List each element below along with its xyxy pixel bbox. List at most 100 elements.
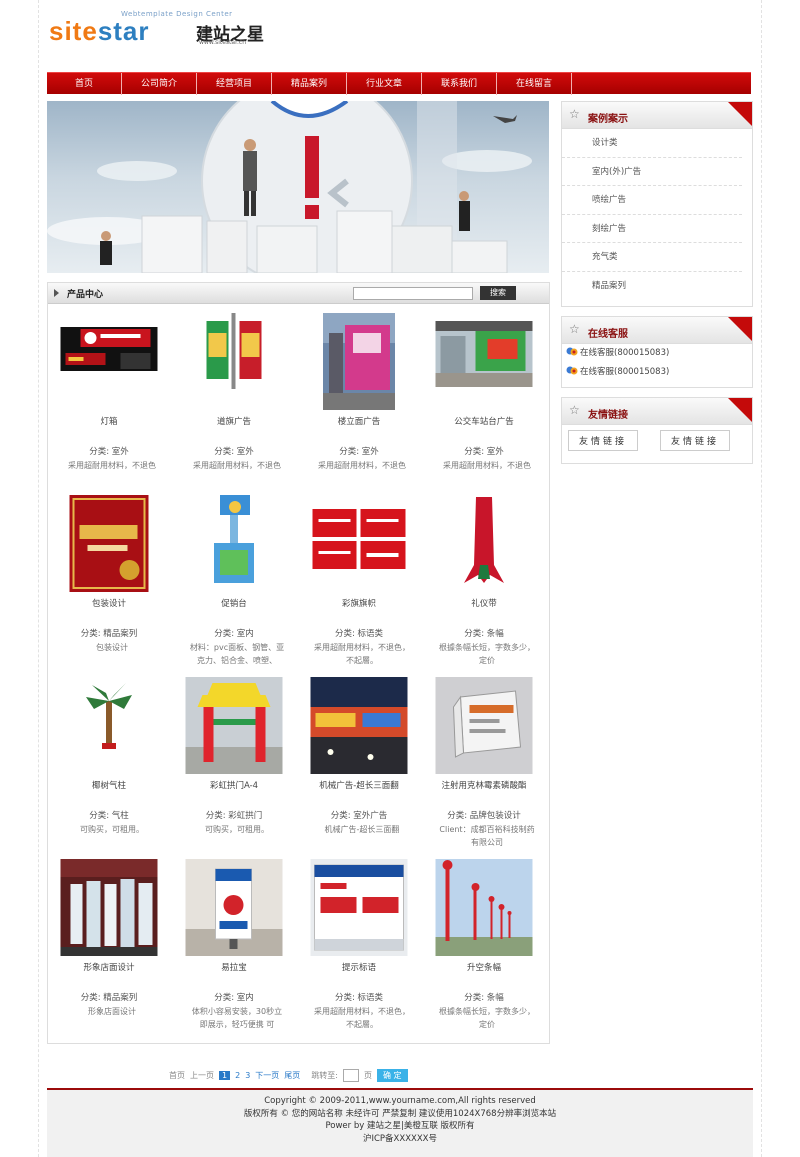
product-desc: 采用超耐用材料，不退色 [193,461,281,470]
qq-service-label: 在线客服(800015083) [580,348,670,358]
product-card[interactable]: 机械广告-超长三面翻 分类: 室外广告 机械广告-超长三面翻 [298,669,420,844]
product-image[interactable] [323,313,395,410]
product-name[interactable]: 灯箱 [48,415,170,427]
product-card[interactable]: 促销台 分类: 室内 材料：pvc面板、钢管、亚克力、铝合金、喷塑、 [173,487,295,665]
product-name[interactable]: 礼仪带 [423,597,545,609]
page-2[interactable]: 2 [235,1071,240,1080]
sidebar-item-inflatable[interactable]: 充气类 [562,243,742,272]
product-image[interactable] [84,679,134,749]
product-search-input[interactable] [353,287,473,300]
product-image[interactable] [310,507,408,571]
nav-home[interactable]: 首页 [47,73,122,95]
banner-illustration [47,101,532,273]
product-desc: 材料：pvc面板、钢管、亚克力、铝合金、喷塑、 [189,643,285,665]
triangle-arrow-icon [54,289,59,297]
product-card[interactable]: 彩旗旗帜 分类: 标语类 采用超耐用材料，不退色，不起層。 [298,487,420,665]
product-image[interactable] [310,677,408,774]
product-card[interactable]: 提示标语 分类: 标语类 采用超耐用材料，不退色，不起層。 [298,851,420,1029]
product-category: 分类: 彩虹拱门 [205,811,263,821]
product-image[interactable] [185,859,283,956]
page-current[interactable]: 1 [219,1070,231,1080]
product-card[interactable]: 道旗广告 分类: 室外 采用超耐用材料，不退色 [173,305,295,480]
product-image[interactable] [208,495,260,585]
footer-icp[interactable]: 沪ICP备XXXXXX号 [47,1133,753,1146]
logo-wordmark: sitestar [49,16,150,46]
nav-about[interactable]: 公司简介 [122,73,197,95]
product-card[interactable]: 彩虹拱门A-4 分类: 彩虹拱门 可购买，可租用。 [173,669,295,844]
sidebar-service-header: ☆ 在线客服 [562,317,752,344]
product-desc: 采用超耐用材料，不退色，不起層。 [314,643,410,665]
product-image[interactable] [462,495,506,587]
page-next[interactable]: 下一页 [255,1070,279,1081]
product-search-button[interactable]: 搜索 [480,286,516,300]
product-image[interactable] [60,327,158,371]
product-card[interactable]: 楼立面广告 分类: 室外 采用超耐用材料，不退色 [298,305,420,480]
product-image[interactable] [435,677,533,774]
sidebar-item-featured[interactable]: 精品案列 [562,272,742,301]
product-card[interactable]: 包装设计 分类: 精品案列 包装设计 [48,487,170,662]
product-name[interactable]: 彩旗旗帜 [298,597,420,609]
product-center-title: 产品中心 [67,290,104,300]
product-name[interactable]: 升空条幅 [423,961,545,973]
page-3[interactable]: 3 [245,1071,250,1080]
sidebar-item-design[interactable]: 设计类 [562,129,742,158]
product-desc: 采用超耐用材料，不退色，不起層。 [314,1007,410,1029]
product-name[interactable]: 公交车站台广告 [423,415,545,427]
product-name[interactable]: 彩虹拱门A-4 [173,779,295,791]
product-card[interactable]: 形象店面设计 分类: 精品案列 形象店面设计 [48,851,170,1026]
product-image[interactable] [69,495,149,592]
friend-link[interactable]: 友情链接 [660,430,731,451]
nav-guestbook[interactable]: 在线留言 [497,73,572,95]
product-name[interactable]: 椰树气柱 [48,779,170,791]
product-name[interactable]: 包装设计 [48,597,170,609]
product-image[interactable] [435,859,533,956]
product-center-header: 产品中心 搜索 [48,283,549,304]
nav-business[interactable]: 经营项目 [197,73,272,95]
product-name[interactable]: 易拉宝 [173,961,295,973]
product-image[interactable] [196,313,272,389]
product-image[interactable] [435,321,533,387]
product-card[interactable]: 公交车站台广告 分类: 室外 采用超耐用材料，不退色 [423,305,545,480]
main-nav: 首页 公司简介 经营项目 精品案列 行业文章 联系我们 在线留言 [47,72,751,95]
product-category: 分类: 室外 [89,447,129,457]
site-logo[interactable]: Webtemplate Design Center sitestar 建站之星 … [49,10,269,46]
product-name[interactable]: 注射用克林霉素磷酸酯 [423,779,545,791]
page-jump-label: 跳转至: [311,1070,338,1080]
product-card[interactable]: 灯箱 分类: 室外 采用超耐用材料，不退色 [48,305,170,480]
product-card[interactable]: 椰树气柱 分类: 气柱 可购买，可租用。 [48,669,170,844]
product-name[interactable]: 提示标语 [298,961,420,973]
product-card[interactable]: 易拉宝 分类: 室内 体积小容易安装，30秒立即展示，轻巧便携 可 [173,851,295,1029]
page-last[interactable]: 尾页 [284,1070,300,1081]
product-desc: 采用超耐用材料，不退色 [443,461,531,470]
star-icon: ☆ [569,403,580,417]
product-name[interactable]: 楼立面广告 [298,415,420,427]
qq-service-label: 在线客服(800015083) [580,367,670,377]
qq-service-link[interactable]: 在线客服(800015083) [562,363,752,382]
page-prev[interactable]: 上一页 [190,1070,214,1081]
product-card[interactable]: 升空条幅 分类: 条幅 根據条幅长短，字数多少，定价 [423,851,545,1029]
product-category: 分类: 室外广告 [330,811,388,821]
footer-powered-by[interactable]: Power by 建站之星|美橙互联 版权所有 [47,1120,753,1133]
product-card[interactable]: 注射用克林霉素磷酸酯 分类: 品牌包装设计 Client：成都百裕科技制药有限公… [423,669,545,847]
page-first[interactable]: 首页 [169,1070,185,1081]
qq-service-link[interactable]: 在线客服(800015083) [562,344,752,363]
sidebar-service-title: 在线客服 [588,329,628,340]
friend-link[interactable]: 友情链接 [568,430,639,451]
nav-contact[interactable]: 联系我们 [422,73,497,95]
sidebar-item-engraving[interactable]: 刻绘广告 [562,215,742,243]
sidebar-item-inkjet[interactable]: 喷绘广告 [562,186,742,215]
product-card[interactable]: 礼仪带 分类: 条幅 根據条幅长短，字数多少，定价 [423,487,545,665]
product-image[interactable] [310,859,408,956]
product-name[interactable]: 道旗广告 [173,415,295,427]
product-image[interactable] [60,859,158,956]
page-go-button[interactable]: 确 定 [376,1068,408,1082]
sidebar-item-indoor-outdoor[interactable]: 室内(外)广告 [562,158,742,186]
nav-cases[interactable]: 精品案列 [272,73,347,95]
page-jump-input[interactable] [342,1068,359,1082]
product-image[interactable] [185,677,283,774]
product-name[interactable]: 形象店面设计 [48,961,170,973]
nav-articles[interactable]: 行业文章 [347,73,422,95]
product-category: 分类: 室外 [214,447,254,457]
product-name[interactable]: 机械广告-超长三面翻 [298,779,420,791]
product-name[interactable]: 促销台 [173,597,295,609]
